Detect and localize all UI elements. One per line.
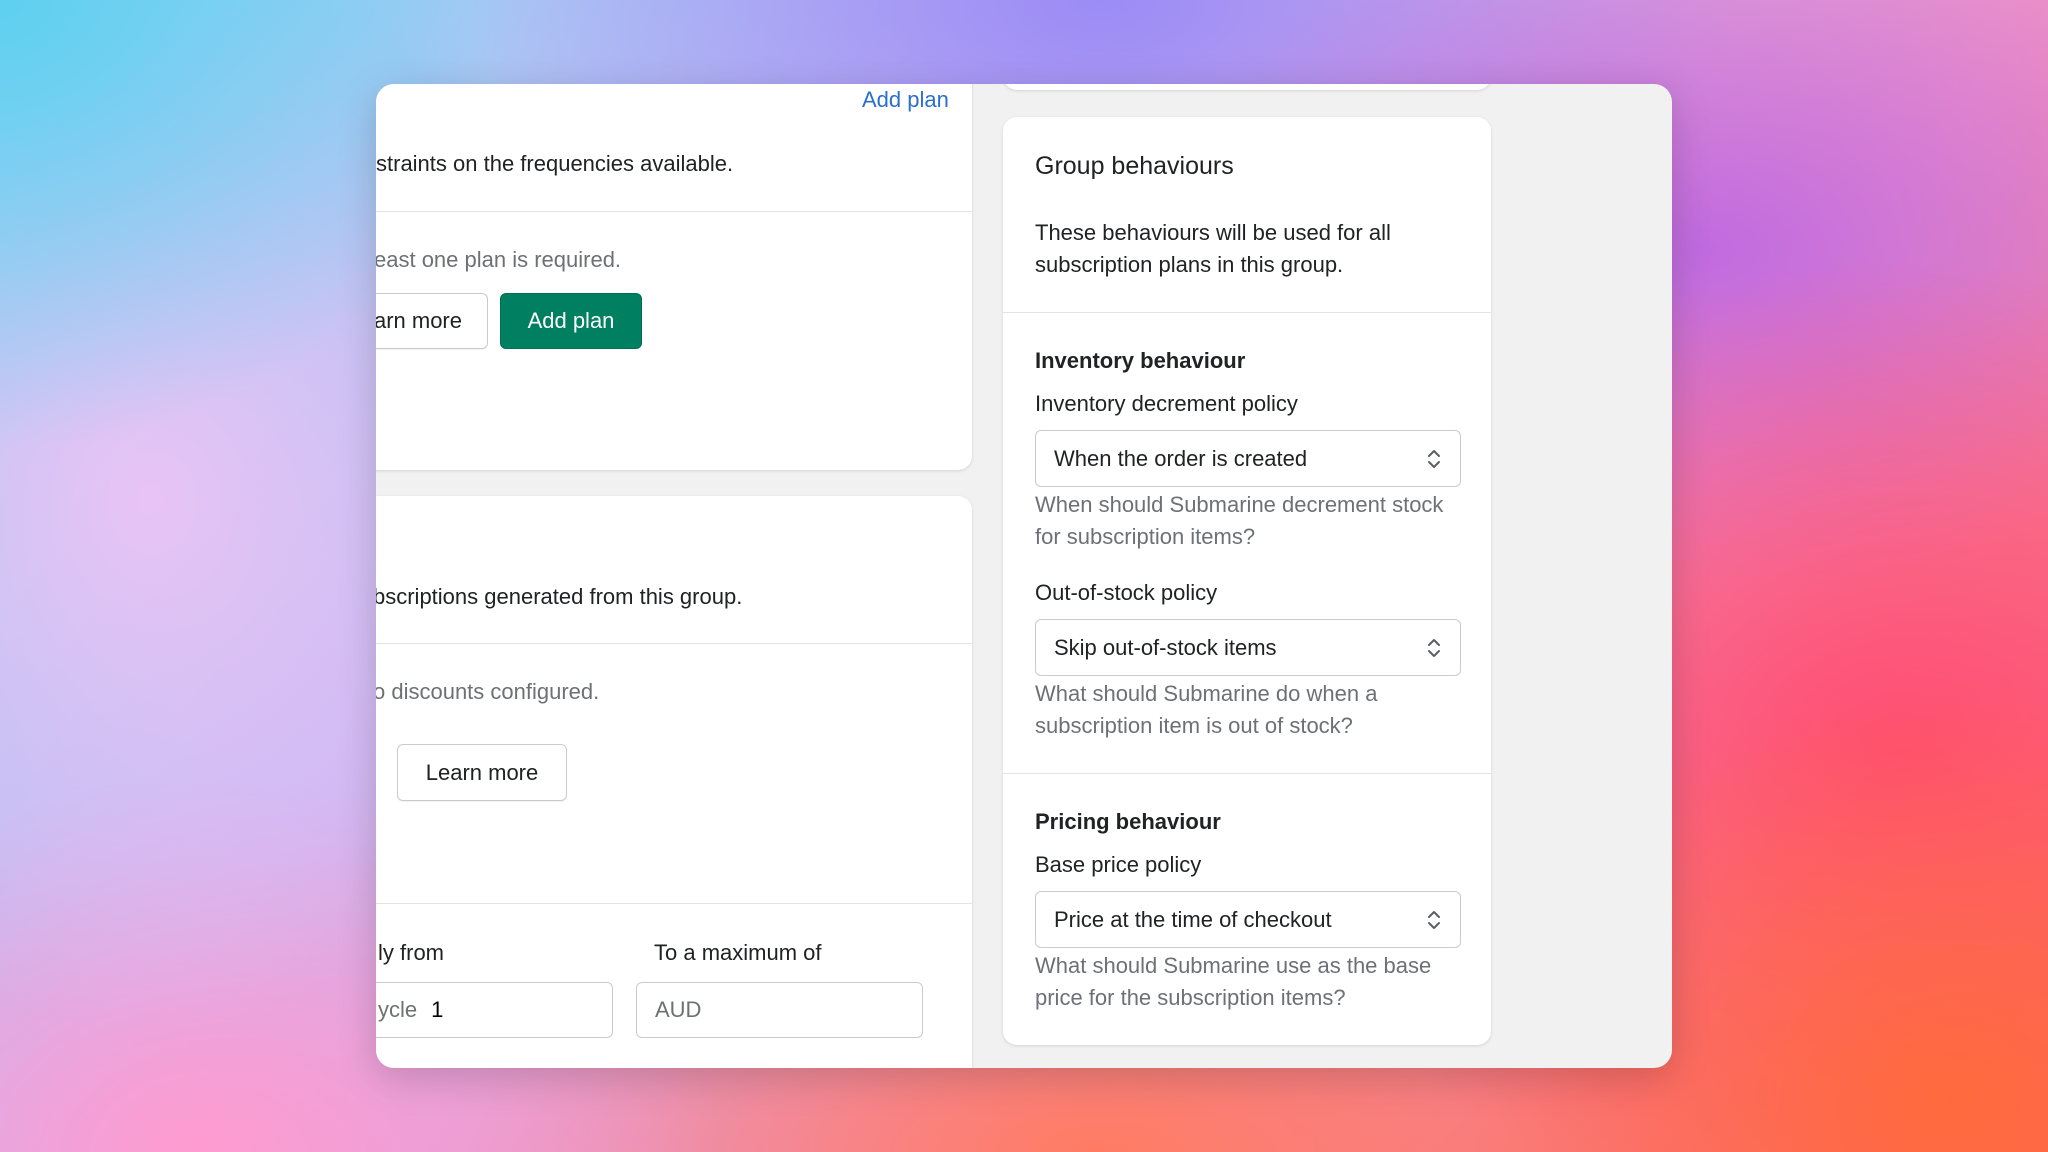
base-price-value: Price at the time of checkout — [1054, 906, 1332, 932]
plans-divider — [376, 211, 972, 212]
discounts-divider-top — [376, 643, 972, 644]
decrement-policy-value: When the order is created — [1054, 445, 1308, 471]
group-divider-2 — [1003, 773, 1491, 774]
add-plan-button-label: Add plan — [527, 308, 615, 333]
apply-from-unit: ycle — [378, 997, 418, 1022]
group-behaviours-description: These behaviours will be used for all su… — [1035, 220, 1391, 277]
plans-empty-text: east one plan is required. — [376, 247, 622, 272]
add-plan-button[interactable]: Add plan — [500, 293, 642, 349]
oos-policy-label: Out-of-stock policy — [1035, 580, 1218, 605]
app-window: Add plan straints on the frequencies ava… — [376, 84, 1672, 1068]
group-behaviours-card: Group behaviours These behaviours will b… — [1003, 117, 1491, 1045]
discounts-empty-text: o discounts configured. — [376, 679, 600, 704]
oos-policy-value: Skip out-of-stock items — [1054, 634, 1277, 660]
base-price-help: What should Submarine use as the base pr… — [1035, 953, 1432, 1010]
plans-description: straints on the frequencies available. — [376, 151, 734, 176]
group-behaviours-title: Group behaviours — [1035, 152, 1234, 180]
add-plan-link[interactable]: Add plan — [862, 87, 949, 113]
inventory-heading: Inventory behaviour — [1035, 348, 1246, 373]
plans-learn-more-button[interactable]: arn more — [376, 293, 488, 349]
chevron-up-down-icon — [1428, 638, 1440, 657]
plans-card: Add plan straints on the frequencies ava… — [376, 84, 972, 470]
chevron-up-down-icon — [1428, 449, 1440, 468]
decrement-policy-label: Inventory decrement policy — [1035, 391, 1298, 416]
discounts-learn-more-button[interactable]: Learn more — [397, 744, 567, 801]
previous-card-bottom — [1003, 84, 1491, 90]
discounts-learn-more-label: Learn more — [425, 759, 539, 785]
pricing-heading: Pricing behaviour — [1035, 809, 1221, 834]
base-price-select[interactable]: Price at the time of checkout — [1035, 891, 1461, 948]
max-input[interactable]: AUD — [636, 982, 923, 1038]
discounts-card: bscriptions generated from this group. o… — [376, 496, 972, 1068]
apply-from-value: 1 — [431, 997, 444, 1022]
max-placeholder: AUD — [655, 997, 702, 1022]
discounts-description: bscriptions generated from this group. — [376, 584, 743, 609]
discounts-divider-bottom — [376, 903, 972, 904]
decrement-policy-help: When should Submarine decrement stock fo… — [1035, 492, 1444, 549]
plans-learn-more-label: arn more — [376, 308, 462, 333]
chevron-up-down-icon — [1428, 910, 1440, 929]
decrement-policy-select[interactable]: When the order is created — [1035, 430, 1461, 487]
group-divider-1 — [1003, 312, 1491, 313]
oos-policy-select[interactable]: Skip out-of-stock items — [1035, 619, 1461, 676]
oos-policy-help: What should Submarine do when a subscrip… — [1035, 681, 1378, 738]
apply-from-label: ly from — [378, 940, 444, 965]
base-price-label: Base price policy — [1035, 852, 1202, 877]
apply-from-input[interactable]: ycle 1 — [376, 982, 613, 1038]
max-label: To a maximum of — [654, 940, 822, 965]
